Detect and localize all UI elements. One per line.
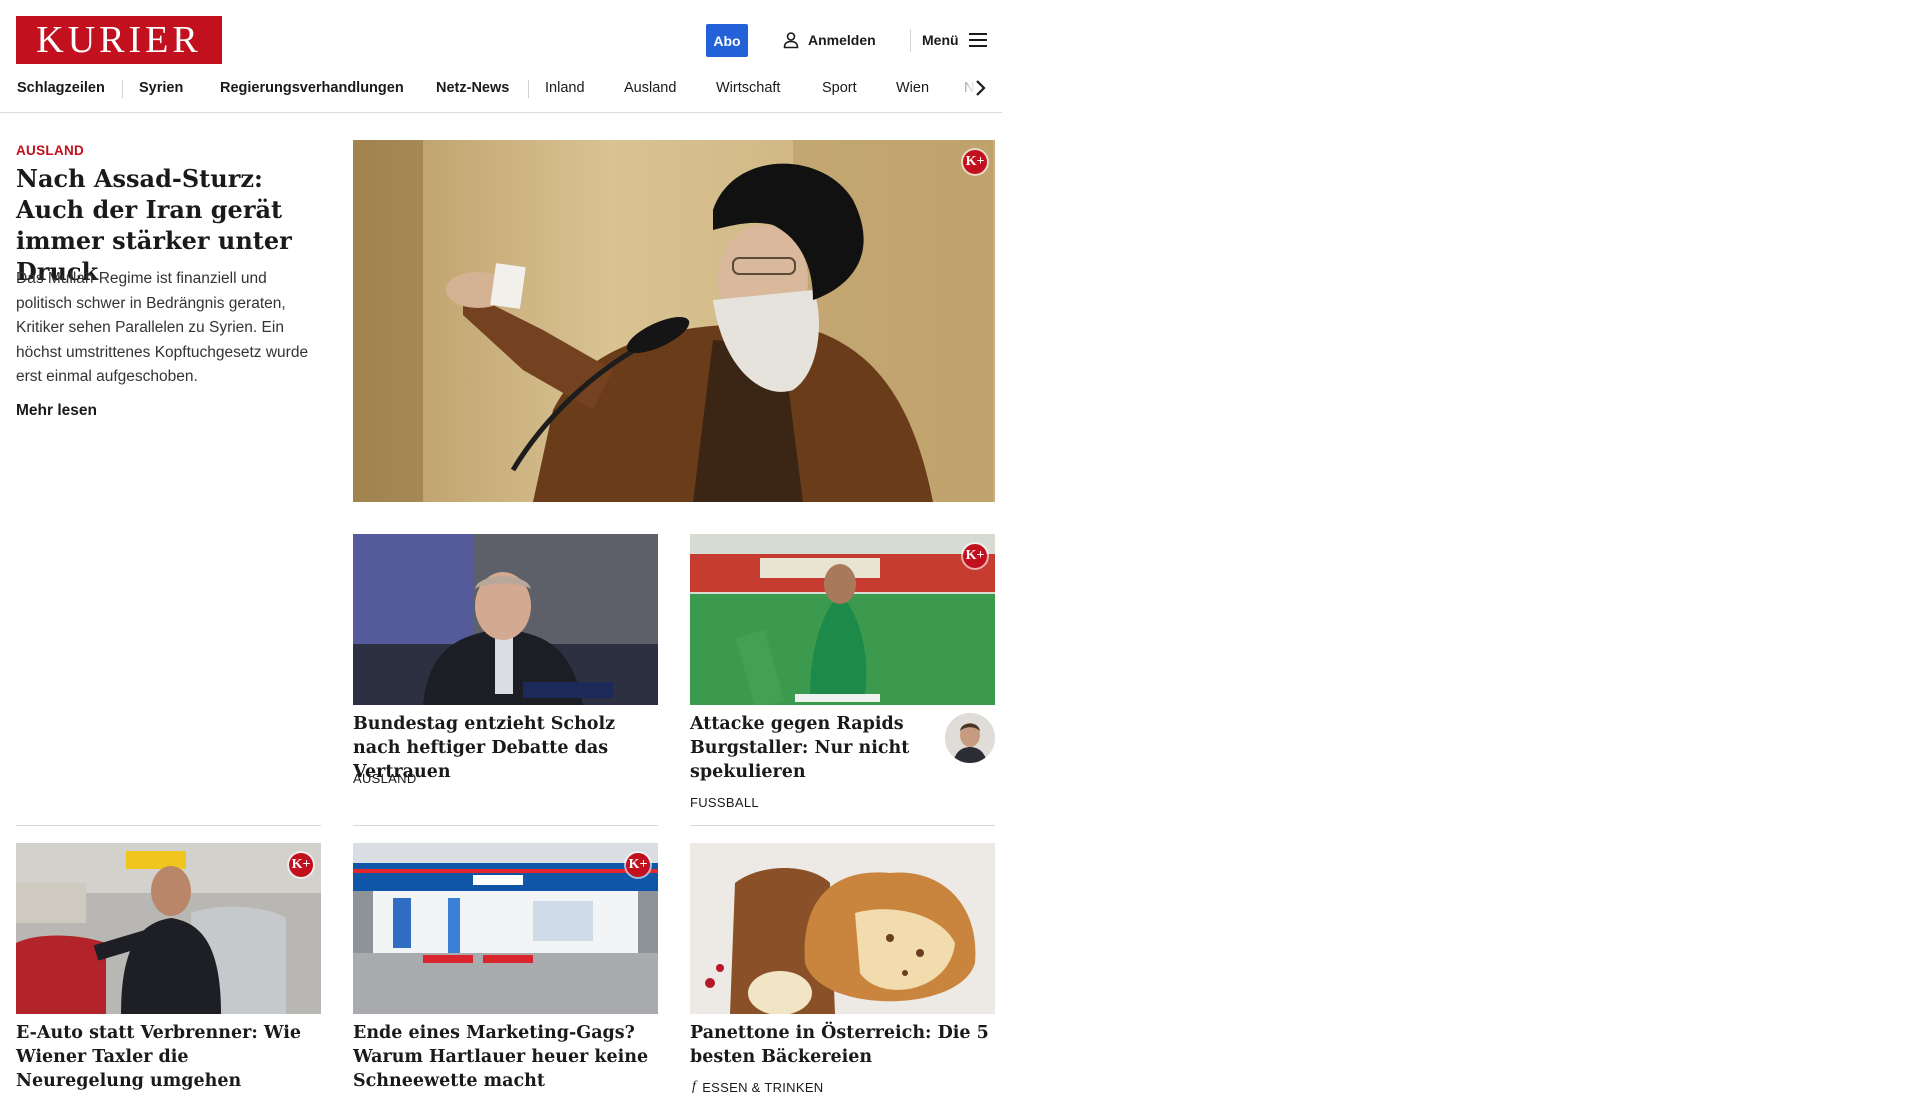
card-image[interactable]: K+ [353,843,658,1014]
card-headline[interactable]: Ende eines Marketing-Gags? Warum Hartlau… [353,1021,653,1093]
card-image[interactable]: K+ [690,534,995,705]
user-icon [783,32,799,49]
nav-item-wirtschaft[interactable]: Wirtschaft [716,80,780,96]
nav-item-regierungsverhandlungen[interactable]: Regierungsverhandlungen [220,80,404,96]
card-headline[interactable]: Panettone in Österreich: Die 5 bes­ten B… [690,1021,990,1069]
card-headline[interactable]: Attacke gegen Rapids Burgstaller: Nur ni… [690,712,925,784]
header-divider [910,29,911,52]
nav-item-wien[interactable]: Wien [896,80,929,96]
card-category[interactable]: f ESSEN & TRINKEN [692,1079,824,1095]
lead-teaser: Das Mullah-Regime ist finanziell und pol… [16,270,309,385]
card-category-label: ESSEN & TRINKEN [702,1079,824,1095]
read-more-link[interactable]: Mehr lesen [16,402,97,420]
divider [353,825,658,826]
chevron-right-icon[interactable] [970,78,990,98]
page: KURIER Abo Anmelden Menü Schlagzeilen Sy… [0,0,1920,1095]
lead-category[interactable]: AUSLAND [16,143,84,158]
premium-badge: K+ [289,853,313,877]
card-image[interactable]: K+ [16,843,321,1014]
nav-item-inland[interactable]: Inland [545,80,585,96]
premium-badge: K+ [963,150,987,174]
author-avatar[interactable] [945,713,995,763]
nav-item-sport[interactable]: Sport [822,80,857,96]
card-image[interactable] [690,843,995,1014]
nav-item-syrien[interactable]: Syrien [139,80,183,96]
login-label: Anmelden [808,32,876,48]
menu-button[interactable]: Menü [922,28,987,52]
nav-item-netz-news[interactable]: Netz-News [436,80,509,96]
card-headline[interactable]: E-Auto statt Verbrenner: Wie Wie­ner Tax… [16,1021,316,1093]
nav-item-schlagzeilen[interactable]: Schlagzeilen [17,80,105,96]
premium-badge: K+ [963,544,987,568]
hamburger-menu-icon [968,33,987,47]
card-category[interactable]: AUSLAND [353,771,417,786]
login-button[interactable]: Anmelden [782,28,876,52]
divider [690,825,995,826]
menu-label: Menü [922,32,959,48]
lead-image[interactable]: K+ [353,140,995,502]
card-category[interactable]: FUSSBALL [690,795,759,810]
nav-divider [528,80,529,98]
premium-badge: K+ [626,853,650,877]
nav-divider [122,80,123,98]
nav-item-ausland[interactable]: Ausland [624,80,676,96]
divider [16,825,321,826]
card-image[interactable] [353,534,658,705]
kurier-logo[interactable]: KURIER [16,16,222,64]
section-nav: Schlagzeilen Syrien Regierungsverhandlun… [0,76,1002,113]
abo-button[interactable]: Abo [706,24,748,57]
essen-trinken-icon: f [692,1079,697,1094]
